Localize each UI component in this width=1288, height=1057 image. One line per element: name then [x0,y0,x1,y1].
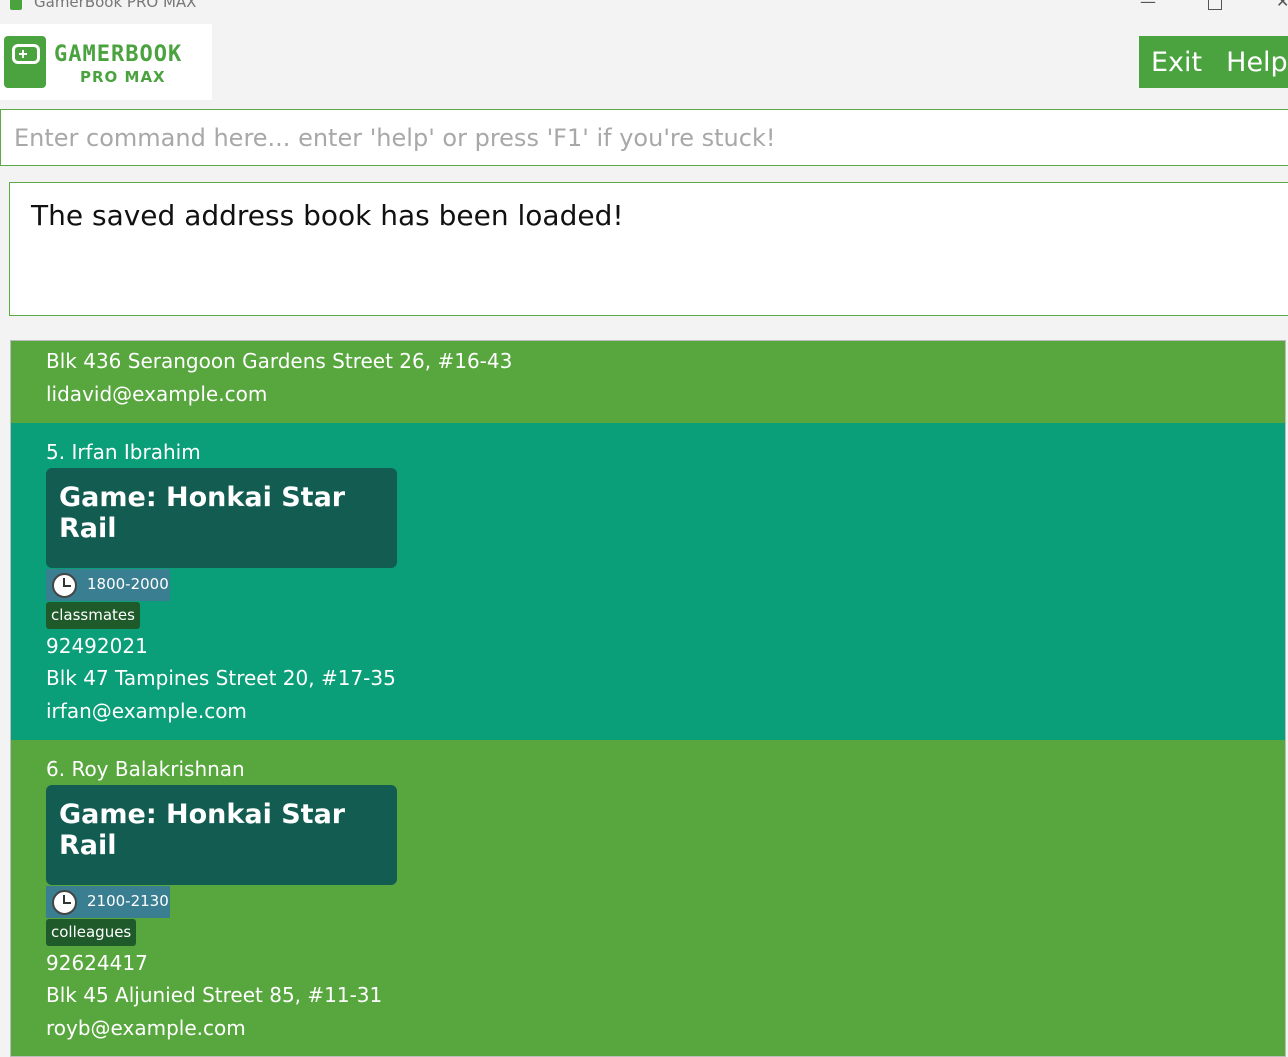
person-email: lidavid@example.com [46,382,268,406]
person-name: 5. Irfan Ibrahim [46,440,201,464]
person-card[interactable]: Blk 436 Serangoon Gardens Street 26, #16… [11,341,1285,423]
person-list[interactable]: Blk 436 Serangoon Gardens Street 26, #16… [10,340,1286,1057]
app-logo: ★ GAMERBOOK PRO MAX [0,24,212,100]
time-text: 1800-2000 [87,575,169,593]
person-card[interactable]: 5. Irfan Ibrahim Game: Honkai Star Rail … [11,423,1285,740]
window-titlebar: GamerBook PRO MAX — ✕ [0,0,1288,12]
result-message: The saved address book has been loaded! [31,199,624,232]
game-label: Game: Honkai Star Rail [59,482,346,544]
clock-icon [52,890,77,915]
command-input[interactable] [1,110,1288,165]
menu-bar: Exit Help [1139,36,1288,88]
tag-badge: classmates [46,602,140,629]
person-name: 6. Roy Balakrishnan [46,757,245,781]
time-text: 2100-2130 [87,892,169,910]
person-phone: 92624417 [46,951,148,975]
person-card[interactable]: 6. Roy Balakrishnan Game: Honkai Star Ra… [11,740,1285,1056]
clock-icon [52,573,77,598]
person-email: royb@example.com [46,1016,246,1040]
menu-help[interactable]: Help [1214,47,1288,78]
person-email: irfan@example.com [46,699,247,723]
time-badge: 2100-2130 [46,886,170,918]
game-box: Game: Honkai Star Rail [46,468,397,568]
person-address: Blk 47 Tampines Street 20, #17-35 [46,666,396,690]
result-panel: The saved address book has been loaded! [0,174,1288,324]
minimize-icon[interactable]: — [1140,0,1156,11]
game-label: Game: Honkai Star Rail [59,799,346,861]
person-address: Blk 45 Aljunied Street 85, #11-31 [46,983,383,1007]
tag-badge: colleagues [46,919,137,946]
logo-subtitle: PRO MAX [80,68,166,86]
app-icon [10,0,22,10]
maximize-icon[interactable] [1208,0,1222,10]
command-box [0,109,1288,166]
app-header: ★ GAMERBOOK PRO MAX Exit Help [0,22,1288,100]
logo-title: GAMERBOOK [54,42,183,67]
window-title: GamerBook PRO MAX [34,0,197,11]
person-phone: 92492021 [46,634,148,658]
person-address: Blk 436 Serangoon Gardens Street 26, #16… [46,349,513,373]
close-icon[interactable]: ✕ [1276,0,1288,11]
time-badge: 1800-2000 [46,569,170,601]
menu-exit[interactable]: Exit [1139,47,1214,78]
star-icon: ★ [28,75,41,91]
result-display[interactable]: The saved address book has been loaded! [9,182,1288,316]
game-box: Game: Honkai Star Rail [46,785,397,885]
